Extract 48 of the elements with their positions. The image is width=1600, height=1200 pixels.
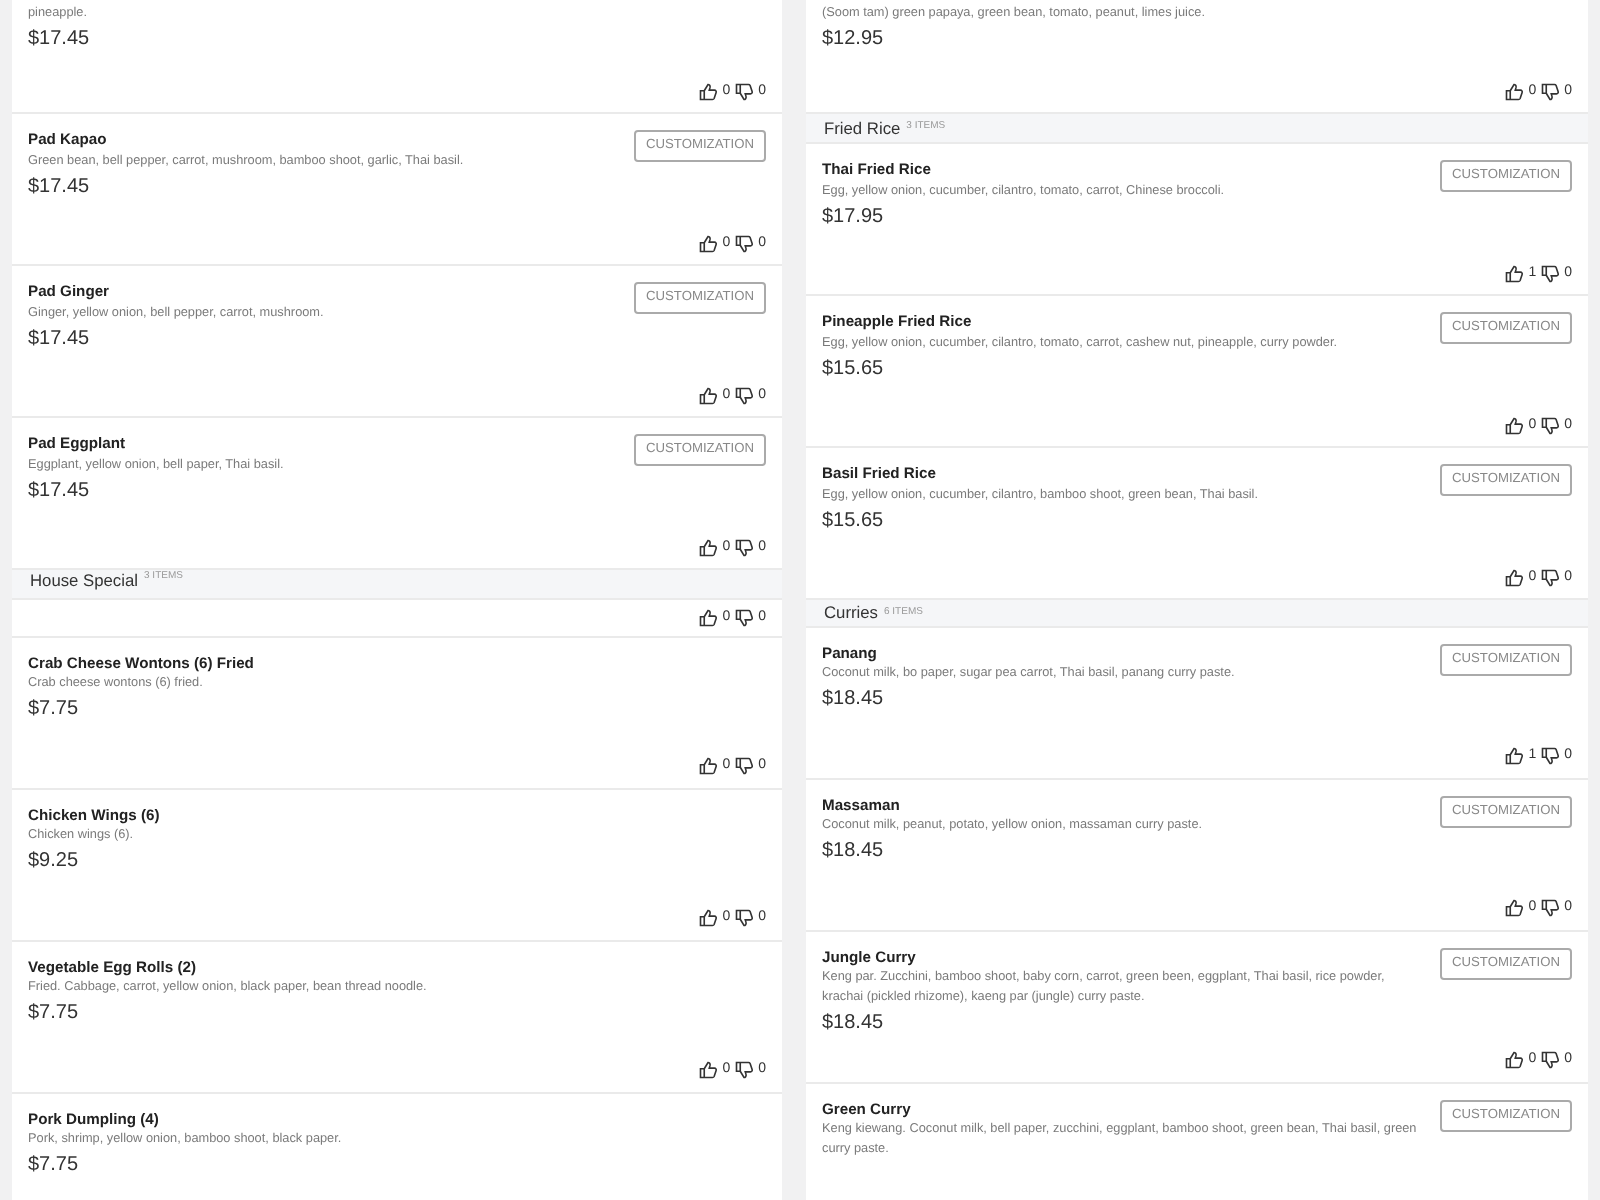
- thumbs-up-icon[interactable]: [1504, 415, 1525, 436]
- thumbs-up-icon[interactable]: [1504, 898, 1525, 919]
- thumbs-down-icon[interactable]: [734, 234, 755, 255]
- thumbs-up-icon[interactable]: [698, 82, 719, 103]
- thumbs-down-icon[interactable]: [734, 608, 755, 629]
- thumbs-up-icon[interactable]: [698, 538, 719, 559]
- item-price: $18.45: [822, 840, 886, 865]
- item-price: $9.25: [28, 850, 81, 875]
- item-price: $18.45: [822, 1012, 886, 1037]
- thumbs-up-icon[interactable]: [1504, 567, 1525, 588]
- item-price: $17.45: [28, 328, 92, 353]
- thumbs-down-icon[interactable]: [1540, 263, 1561, 284]
- thumbs-up-icon[interactable]: [1504, 746, 1525, 767]
- item-price: $17.45: [28, 480, 92, 505]
- thumbs-down-icon[interactable]: [1540, 746, 1561, 767]
- thumbs-up-icon[interactable]: [698, 234, 719, 255]
- thumbs-down-icon[interactable]: [734, 82, 755, 103]
- item-price: $15.65: [822, 509, 886, 534]
- thumbs-down-icon[interactable]: [1540, 567, 1561, 588]
- thumbs-up-icon[interactable]: [698, 756, 719, 777]
- thumbs-up-icon[interactable]: [698, 908, 719, 929]
- thumbs-down-icon[interactable]: [1540, 415, 1561, 436]
- thumbs-down-icon[interactable]: [1540, 1050, 1561, 1071]
- item-price: $7.75: [28, 1154, 81, 1179]
- item-price: $17.45: [28, 176, 92, 201]
- thumbs-up-icon[interactable]: [698, 386, 719, 407]
- section-title: House Special: [30, 572, 139, 593]
- item-price: $17.95: [822, 205, 886, 230]
- thumbs-down-icon[interactable]: [734, 908, 755, 929]
- thumbs-down-icon[interactable]: [1540, 82, 1561, 103]
- thumbs-up-icon[interactable]: [698, 1060, 719, 1081]
- thumbs-down-icon[interactable]: [1540, 898, 1561, 919]
- thumbs-down-icon[interactable]: [734, 386, 755, 407]
- thumbs-up-icon[interactable]: [1504, 82, 1525, 103]
- thumbs-down-icon[interactable]: [734, 538, 755, 559]
- thumbs-up-icon[interactable]: [698, 608, 719, 629]
- item-price: $17.45: [28, 27, 92, 52]
- thumbs-down-icon[interactable]: [734, 1060, 755, 1081]
- thumbs-up-icon[interactable]: [1504, 1050, 1525, 1071]
- section-title: Fried Rice: [824, 115, 901, 142]
- thumbs-down-icon[interactable]: [734, 756, 755, 777]
- section-title: Curries: [824, 600, 878, 626]
- item-price: $7.75: [28, 698, 81, 723]
- item-price: $12.95: [822, 27, 886, 52]
- thumbs-up-icon[interactable]: [1504, 263, 1525, 284]
- item-price: $15.65: [822, 357, 886, 382]
- item-price: $7.75: [28, 1002, 81, 1027]
- item-price: $18.45: [822, 688, 886, 713]
